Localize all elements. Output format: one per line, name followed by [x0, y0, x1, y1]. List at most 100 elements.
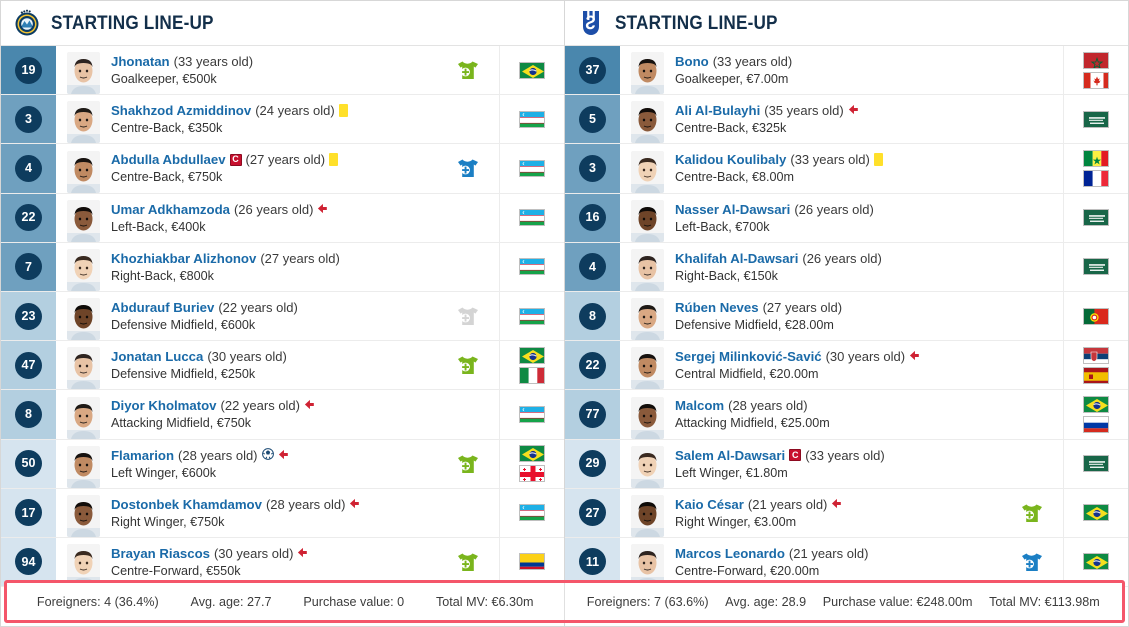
substitution-icon[interactable] — [1001, 489, 1063, 537]
player-name-link[interactable]: Khalifah Al-Dawsari — [675, 251, 798, 266]
player-row[interactable]: 8 Diyor Kholmatov (22 years old) Attacking … — [1, 390, 564, 440]
player-name-link[interactable]: Dostonbek Khamdamov — [111, 497, 262, 512]
player-name-link[interactable]: Kaio César — [675, 497, 744, 512]
player-photo[interactable] — [621, 144, 666, 193]
player-row[interactable]: 22 Sergej Milinković-Savić (30 years old) C… — [565, 341, 1128, 391]
player-age: (22 years old) — [220, 398, 300, 414]
player-name-link[interactable]: Flamarion — [111, 448, 174, 463]
substitution-icon[interactable] — [437, 292, 499, 340]
player-photo[interactable] — [621, 46, 666, 95]
player-photo[interactable] — [57, 390, 102, 439]
player-name-link[interactable]: Salem Al-Dawsari — [675, 448, 785, 463]
player-info: Ali Al-Bulayhi (35 years old) Centre-Back,… — [666, 95, 1001, 143]
player-name-link[interactable]: Shakhzod Azmiddinov — [111, 103, 251, 118]
player-row[interactable]: 23 Abdurauf Buriev (22 years old) Defensive… — [1, 291, 564, 342]
player-photo[interactable] — [621, 194, 666, 242]
player-name-line: Abdurauf Buriev (22 years old) — [111, 300, 437, 315]
player-row[interactable]: 37 Bono (33 years old) Goalkeeper, €7.00m — [565, 46, 1128, 96]
player-row[interactable]: 3 Shakhzod Azmiddinov (24 years old) Centre… — [1, 95, 564, 145]
shirt-number: 7 — [15, 253, 42, 281]
player-photo[interactable] — [57, 46, 102, 95]
player-name-link[interactable]: Nasser Al-Dawsari — [675, 202, 790, 217]
player-name-link[interactable]: Abdulla Abdullaev — [111, 152, 226, 167]
player-row[interactable]: 3 Kalidou Koulibaly (33 years old) Centre-B… — [565, 144, 1128, 194]
player-row[interactable]: 27 Kaio César (21 years old) Right Winger, … — [565, 488, 1128, 538]
club-crest-icon[interactable] — [576, 8, 606, 38]
player-name-line: Ali Al-Bulayhi (35 years old) — [675, 103, 1001, 118]
player-name-link[interactable]: Bono — [675, 54, 709, 69]
player-row[interactable]: 17 Dostonbek Khamdamov (28 years old) Right… — [1, 488, 564, 538]
player-name-line: Abdulla Abdullaev C (27 years old) — [111, 152, 437, 167]
player-photo[interactable] — [57, 440, 102, 488]
player-name-link[interactable]: Brayan Riascos — [111, 546, 210, 561]
player-row[interactable]: 4 Abdulla Abdullaev C (27 years old) Centre-… — [1, 144, 564, 194]
player-row[interactable]: 22 Umar Adkhamzoda (26 years old) Left-Back… — [1, 193, 564, 243]
player-row[interactable]: 77 Malcom (28 years old) Attacking Midfield… — [565, 390, 1128, 440]
player-name-link[interactable]: Jhonatan — [111, 54, 170, 69]
player-photo[interactable] — [57, 194, 102, 242]
player-name-link[interactable]: Kalidou Koulibaly — [675, 152, 786, 167]
player-name-link[interactable]: Umar Adkhamzoda — [111, 202, 230, 217]
player-position-value: Left Winger, €1.80m — [675, 465, 788, 480]
flag-sa-icon — [1083, 209, 1109, 227]
substitution-icon[interactable] — [437, 538, 499, 586]
player-name-line: Diyor Kholmatov (22 years old) — [111, 398, 437, 413]
player-row[interactable]: 47 Jonatan Lucca (30 years old) Defensive M… — [1, 341, 564, 391]
player-position-value: Attacking Midfield, €750k — [111, 416, 252, 431]
substitution-icon[interactable] — [437, 341, 499, 389]
away-team-lineup-panel: STARTING LINE-UP 37 Bono (33 years old) Goa… — [564, 0, 1129, 627]
shirt-number-cell: 23 — [1, 291, 57, 341]
player-photo[interactable] — [57, 489, 102, 537]
player-name-link[interactable]: Marcos Leonardo — [675, 546, 785, 561]
player-photo[interactable] — [57, 144, 102, 193]
player-photo[interactable] — [57, 341, 102, 390]
player-age: (26 years old) — [802, 250, 882, 266]
player-row[interactable]: 50 Flamarion (28 years old) Left Winger, €6… — [1, 439, 564, 489]
player-info: Sergej Milinković-Savić (30 years old) Cen… — [666, 341, 1001, 389]
substitution-icon[interactable] — [437, 46, 499, 94]
substitution-icon[interactable] — [437, 440, 499, 488]
player-photo[interactable] — [621, 390, 666, 439]
player-info: Shakhzod Azmiddinov (24 years old) Centre-… — [102, 95, 437, 143]
player-photo[interactable] — [621, 292, 666, 341]
player-photo[interactable] — [621, 243, 666, 291]
player-photo[interactable] — [621, 95, 666, 144]
substitution-cell-empty — [437, 194, 499, 242]
player-name-link[interactable]: Rúben Neves — [675, 300, 759, 315]
player-age: (35 years old) — [764, 103, 844, 119]
player-row[interactable]: 5 Ali Al-Bulayhi (35 years old) Centre-Back… — [565, 95, 1128, 145]
player-photo[interactable] — [621, 341, 666, 390]
substitution-icon[interactable] — [437, 144, 499, 192]
player-name-link[interactable]: Khozhiakbar Alizhonov — [111, 251, 256, 266]
summary-item: Purchase value: €248.00m — [822, 594, 973, 609]
player-name-link[interactable]: Malcom — [675, 398, 724, 413]
player-photo[interactable] — [57, 243, 102, 291]
player-position-value: Left-Back, €700k — [675, 219, 770, 234]
player-row[interactable]: 19 Jhonatan (33 years old) Goalkeeper, €500… — [1, 46, 564, 96]
player-name-link[interactable]: Abdurauf Buriev — [111, 300, 214, 315]
player-info: Malcom (28 years old) Attacking Midfield, … — [666, 390, 1001, 438]
player-name-link[interactable]: Diyor Kholmatov — [111, 398, 217, 413]
player-name-line: Khozhiakbar Alizhonov (27 years old) — [111, 251, 437, 266]
player-photo[interactable] — [57, 292, 102, 341]
player-name-link[interactable]: Jonatan Lucca — [111, 349, 203, 364]
player-age: (28 years old) — [178, 447, 258, 463]
player-row[interactable]: 16 Nasser Al-Dawsari (26 years old) Left-Ba… — [565, 193, 1128, 243]
player-name-link[interactable]: Ali Al-Bulayhi — [675, 103, 760, 118]
player-info: Diyor Kholmatov (22 years old) Attacking M… — [102, 390, 437, 438]
player-row[interactable]: 29 Salem Al-Dawsari C (33 years old) Left Wi… — [565, 439, 1128, 489]
club-crest-icon[interactable] — [12, 8, 42, 38]
player-row[interactable]: 4 Khalifah Al-Dawsari (26 years old) Right-… — [565, 242, 1128, 292]
lineup-columns: STARTING LINE-UP 19 Jhonatan (33 years old… — [0, 0, 1129, 627]
player-row[interactable]: 8 Rúben Neves (27 years old) Defensive Midf… — [565, 291, 1128, 342]
player-name-line: Jonatan Lucca (30 years old) — [111, 349, 437, 364]
player-photo[interactable] — [57, 538, 102, 587]
player-name-link[interactable]: Sergej Milinković-Savić — [675, 349, 822, 364]
player-photo[interactable] — [57, 95, 102, 144]
player-photo[interactable] — [621, 538, 666, 587]
player-row[interactable]: 7 Khozhiakbar Alizhonov (27 years old) Righ… — [1, 242, 564, 292]
player-photo[interactable] — [621, 440, 666, 488]
player-photo[interactable] — [621, 489, 666, 537]
substitution-icon[interactable] — [1001, 538, 1063, 586]
shirt-number-cell: 50 — [1, 439, 57, 488]
